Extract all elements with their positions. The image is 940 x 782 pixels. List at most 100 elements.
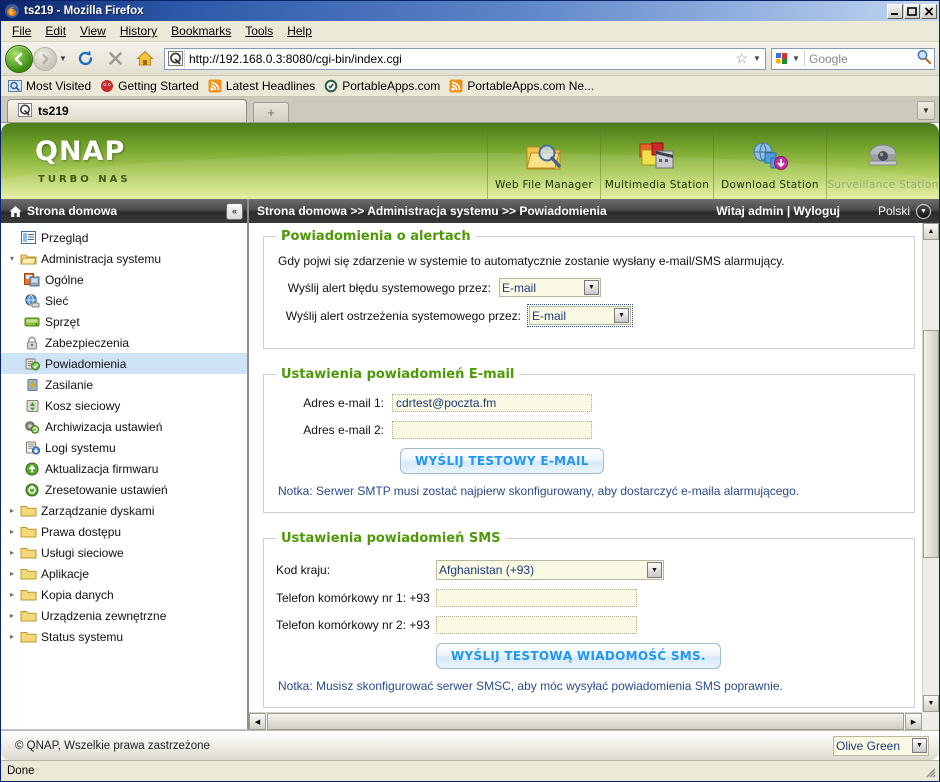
reload-icon[interactable] [71,45,99,73]
close-button[interactable] [921,3,937,19]
url-bar[interactable]: http://192.168.0.3:8080/cgi-bin/index.cg… [164,47,766,70]
warning-alert-select[interactable]: E-mail [529,306,631,325]
send-test-sms-button[interactable]: WYŚLIJ TESTOWĄ WIADOMOŚĆ SMS. [436,643,721,669]
horizontal-scroll-thumb[interactable] [267,713,904,730]
new-tab-button[interactable]: + [253,102,289,122]
sidebar-item-zabezpieczenia[interactable]: Zabezpieczenia [1,332,247,353]
tab-ts219[interactable]: ts219 [7,99,247,122]
sidebar-item-status-systemu[interactable]: ▸ Status systemu [1,626,247,647]
app-web-file-manager[interactable]: Web File Manager [487,123,600,199]
twisty-collapsed-icon[interactable]: ▸ [5,548,19,557]
sidebar-item-powiadomienia[interactable]: Powiadomienia [1,353,247,374]
bookmark-most-visited[interactable]: Most Visited [6,78,96,94]
search-bar[interactable]: ▼ Google [771,47,935,70]
twisty-expanded-icon[interactable]: ▾ [5,254,19,263]
menu-history[interactable]: History [113,22,164,40]
browser-status-bar: Done [1,760,939,781]
qnap-logo[interactable]: QNAP TURBO NAS [35,138,131,185]
email-addr2-input[interactable] [392,421,592,439]
sidebar-item-logi-systemu[interactable]: Logi systemu [1,437,247,458]
app-multimedia-station[interactable]: Multimedia Station [600,123,713,199]
maximize-button[interactable] [904,3,920,19]
menu-bar: File Edit View History Bookmarks Tools H… [1,21,939,42]
sidebar-collapse-button[interactable]: « [226,202,243,220]
content-vertical-scrollbar[interactable]: ▲ ▼ [922,223,939,712]
sidebar-item-zasilanie[interactable]: Zasilanie [1,374,247,395]
search-engine-selector[interactable]: ▼ [774,51,805,66]
home-icon[interactable] [131,45,159,73]
stop-icon [101,45,129,73]
menu-file[interactable]: File [5,22,38,40]
vertical-scroll-track[interactable] [923,240,939,695]
country-code-select-wrap[interactable]: Afghanistan (+93) ▼ [436,560,664,580]
app-download-station[interactable]: Download Station [713,123,826,199]
minimize-button[interactable] [887,3,903,19]
scroll-right-button[interactable]: ▶ [905,713,922,730]
sidebar-item-przeglad[interactable]: Przegląd [1,227,247,248]
twisty-collapsed-icon[interactable]: ▸ [5,590,19,599]
resize-grip-icon[interactable] [923,765,937,779]
warning-alert-select-wrap[interactable]: E-mail ▼ [527,304,633,327]
sidebar-item-kopia-danych[interactable]: ▸ Kopia danych [1,584,247,605]
scroll-up-button[interactable]: ▲ [923,223,939,240]
theme-select-wrap[interactable]: Olive Green ▼ [833,735,929,756]
bookmark-portableapps[interactable]: PortableApps.com [322,78,445,94]
sidebar-item-prawa-dostepu[interactable]: ▸ Prawa dostępu [1,521,247,542]
scroll-left-button[interactable]: ◀ [249,713,266,730]
twisty-collapsed-icon[interactable]: ▸ [5,506,19,515]
menu-view[interactable]: View [73,22,113,40]
menu-bookmarks[interactable]: Bookmarks [164,22,238,40]
bookmark-star-icon[interactable]: ☆ [732,50,751,67]
twisty-collapsed-icon[interactable]: ▸ [5,569,19,578]
scroll-down-button[interactable]: ▼ [923,695,939,712]
qnap-app-shortcuts: Web File Manager Multimedia Station Down… [487,123,939,199]
bookmark-latest-headlines[interactable]: Latest Headlines [206,78,320,94]
sidebar-item-ogolne[interactable]: Ogólne [1,269,247,290]
search-icon[interactable] [916,49,932,68]
send-test-email-button[interactable]: WYŚLIJ TESTOWY E-MAIL [400,448,604,474]
search-engine-caret-icon[interactable]: ▼ [790,54,802,63]
list-all-tabs-button[interactable]: ▼ [917,101,935,120]
bookmark-getting-started[interactable]: Getting Started [98,78,204,94]
theme-select[interactable]: Olive Green [833,735,929,756]
app-surveillance-station[interactable]: Surveillance Station [826,123,939,199]
content-horizontal-scrollbar[interactable]: ◀ ▶ [249,712,922,730]
phone1-input[interactable] [436,589,637,607]
menu-help[interactable]: Help [280,22,319,40]
sidebar-item-zarzadzanie-dyskami[interactable]: ▸ Zarządzanie dyskami [1,500,247,521]
sidebar-item-archiwizacja-ustawien[interactable]: Archiwizacja ustawień [1,416,247,437]
country-code-select[interactable]: Afghanistan (+93) [436,560,664,580]
menu-edit[interactable]: Edit [38,22,73,40]
error-alert-select-wrap[interactable]: E-mail ▼ [499,278,601,297]
dark-bars-row: Strona domowa « Strona domowa >> Adminis… [1,199,939,223]
sidebar-item-aktualizacja-firmwaru[interactable]: Aktualizacja firmwaru [1,458,247,479]
history-dropdown-icon[interactable]: ▼ [57,54,69,63]
sidebar-item-sprzet[interactable]: Sprzęt [1,311,247,332]
sidebar-item-urzadzenia-zewnetrzne[interactable]: ▸ Urządzenia zewnętrzne [1,605,247,626]
body-row: Przegląd ▾ Administracja systemu Ogólne [1,223,939,730]
vertical-scroll-thumb[interactable] [923,330,939,558]
sidebar-item-siec[interactable]: Sieć [1,290,247,311]
getting-started-icon [101,80,114,92]
welcome-logout[interactable]: Witaj admin | Wyloguj [716,204,840,218]
url-text[interactable]: http://192.168.0.3:8080/cgi-bin/index.cg… [189,52,732,66]
error-alert-select[interactable]: E-mail [499,278,601,297]
sidebar-item-administracja-systemu[interactable]: ▾ Administracja systemu [1,248,247,269]
sidebar-item-aplikacje[interactable]: ▸ Aplikacje [1,563,247,584]
menu-tools[interactable]: Tools [238,22,280,40]
sidebar-item-zresetowanie-ustawien[interactable]: Zresetowanie ustawień [1,479,247,500]
chevron-down-icon[interactable]: ▼ [916,203,931,219]
back-button[interactable] [5,44,33,73]
language-selector[interactable]: Polski ▼ [878,203,931,219]
sidebar-item-label: Powiadomienia [45,356,127,371]
twisty-collapsed-icon[interactable]: ▸ [5,527,19,536]
sidebar-item-kosz-sieciowy[interactable]: Kosz sieciowy [1,395,247,416]
email-addr1-input[interactable] [392,394,592,412]
search-input[interactable]: Google [809,52,916,66]
twisty-collapsed-icon[interactable]: ▸ [5,632,19,641]
url-dropdown-icon[interactable]: ▼ [751,54,763,63]
twisty-collapsed-icon[interactable]: ▸ [5,611,19,620]
phone2-input[interactable] [436,616,637,634]
sidebar-item-uslugi-sieciowe[interactable]: ▸ Usługi sieciowe [1,542,247,563]
bookmark-portableapps-news[interactable]: PortableApps.com Ne... [447,78,599,94]
